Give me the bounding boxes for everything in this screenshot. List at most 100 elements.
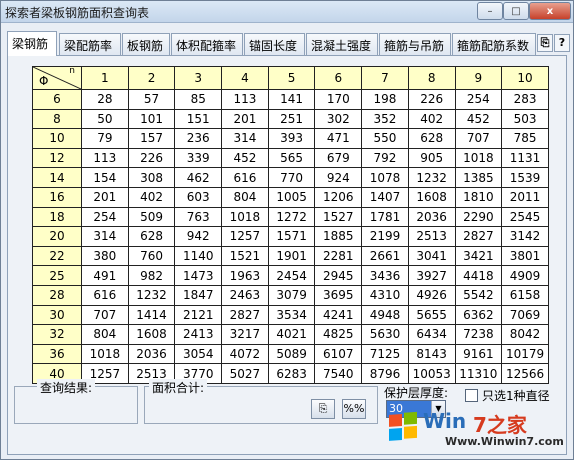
area-cell[interactable]: 792	[361, 147, 409, 169]
area-cell[interactable]: 393	[267, 128, 316, 149]
area-cell[interactable]: 942	[174, 226, 223, 247]
percent-button[interactable]: %%	[342, 399, 366, 419]
area-cell[interactable]: 8042	[501, 324, 549, 345]
area-cell[interactable]: 113	[221, 89, 269, 110]
area-cell[interactable]: 707	[454, 128, 503, 149]
area-cell[interactable]: 4241	[314, 304, 363, 326]
area-cell[interactable]: 1005	[267, 186, 316, 208]
area-cell[interactable]: 314	[81, 226, 129, 247]
close-button[interactable]: x	[529, 2, 571, 20]
area-cell[interactable]: 198	[361, 89, 409, 110]
area-cell[interactable]: 1781	[361, 206, 409, 228]
maximize-button[interactable]: □	[503, 2, 529, 20]
minimize-button[interactable]: –	[477, 2, 503, 20]
help-icon[interactable]: ?	[554, 34, 570, 52]
area-cell[interactable]: 5630	[361, 324, 409, 345]
area-cell[interactable]: 1018	[81, 343, 129, 365]
area-cell[interactable]: 50	[81, 108, 129, 130]
area-cell[interactable]: 283	[501, 89, 549, 110]
area-cell[interactable]: 905	[407, 147, 456, 169]
area-cell[interactable]: 2827	[221, 304, 269, 326]
area-cell[interactable]: 4825	[314, 324, 363, 345]
area-cell[interactable]: 1257	[221, 226, 269, 247]
area-cell[interactable]: 12566	[501, 363, 549, 384]
area-cell[interactable]: 1018	[221, 206, 269, 228]
area-cell[interactable]: 1414	[127, 304, 176, 326]
area-cell[interactable]: 1131	[501, 147, 549, 169]
copy-icon[interactable]: ⎘	[537, 34, 553, 52]
area-cell[interactable]: 2545	[501, 206, 549, 228]
area-cell[interactable]: 9161	[454, 343, 503, 365]
area-cell[interactable]: 5542	[454, 284, 503, 306]
area-cell[interactable]: 452	[454, 108, 503, 130]
area-cell[interactable]: 1608	[407, 186, 456, 208]
area-cell[interactable]: 760	[127, 245, 176, 267]
area-cell[interactable]: 1608	[127, 324, 176, 345]
area-cell[interactable]: 7540	[314, 363, 363, 384]
area-cell[interactable]: 1527	[314, 206, 363, 228]
area-cell[interactable]: 509	[127, 206, 176, 228]
area-cell[interactable]: 5089	[267, 343, 316, 365]
area-cell[interactable]: 402	[407, 108, 456, 130]
tab-stirrup-hanger[interactable]: 箍筋与吊筋	[379, 33, 451, 55]
area-cell[interactable]: 770	[267, 167, 316, 188]
area-cell[interactable]: 3079	[267, 284, 316, 306]
area-cell[interactable]: 3927	[407, 265, 456, 286]
area-cell[interactable]: 1571	[267, 226, 316, 247]
area-cell[interactable]: 1407	[361, 186, 409, 208]
area-cell[interactable]: 7069	[501, 304, 549, 326]
copy-result-button[interactable]: ⎘	[311, 399, 335, 419]
tab-volume-stirrup-ratio[interactable]: 体积配箍率	[171, 33, 243, 55]
area-cell[interactable]: 1521	[221, 245, 269, 267]
area-cell[interactable]: 4909	[501, 265, 549, 286]
area-cell[interactable]: 707	[81, 304, 129, 326]
area-cell[interactable]: 2036	[407, 206, 456, 228]
area-cell[interactable]: 151	[174, 108, 223, 130]
area-cell[interactable]: 1901	[267, 245, 316, 267]
area-cell[interactable]: 226	[127, 147, 176, 169]
area-cell[interactable]: 302	[314, 108, 363, 130]
area-cell[interactable]: 3436	[361, 265, 409, 286]
area-cell[interactable]: 4926	[407, 284, 456, 306]
area-cell[interactable]: 380	[81, 245, 129, 267]
area-cell[interactable]: 170	[314, 89, 363, 110]
area-cell[interactable]: 7238	[454, 324, 503, 345]
area-cell[interactable]: 6107	[314, 343, 363, 365]
area-cell[interactable]: 1885	[314, 226, 363, 247]
area-cell[interactable]: 3421	[454, 245, 503, 267]
area-cell[interactable]: 491	[81, 265, 129, 286]
area-cell[interactable]: 628	[127, 226, 176, 247]
area-cell[interactable]: 11310	[454, 363, 503, 384]
area-cell[interactable]: 141	[267, 89, 316, 110]
area-cell[interactable]: 804	[81, 324, 129, 345]
area-cell[interactable]: 1473	[174, 265, 223, 286]
area-cell[interactable]: 1539	[501, 167, 549, 188]
area-cell[interactable]: 550	[361, 128, 409, 149]
area-cell[interactable]: 113	[81, 147, 129, 169]
area-cell[interactable]: 4021	[267, 324, 316, 345]
area-cell[interactable]: 503	[501, 108, 549, 130]
area-cell[interactable]: 1232	[127, 284, 176, 306]
area-cell[interactable]: 2121	[174, 304, 223, 326]
area-cell[interactable]: 308	[127, 167, 176, 188]
area-cell[interactable]: 85	[174, 89, 223, 110]
area-cell[interactable]: 1385	[454, 167, 503, 188]
area-cell[interactable]: 352	[361, 108, 409, 130]
area-cell[interactable]: 5655	[407, 304, 456, 326]
area-cell[interactable]: 3054	[174, 343, 223, 365]
area-cell[interactable]: 982	[127, 265, 176, 286]
area-cell[interactable]: 6362	[454, 304, 503, 326]
area-cell[interactable]: 339	[174, 147, 223, 169]
area-cell[interactable]: 763	[174, 206, 223, 228]
area-cell[interactable]: 251	[267, 108, 316, 130]
tab-anchorage-length[interactable]: 锚固长度	[244, 33, 305, 55]
area-cell[interactable]: 2199	[361, 226, 409, 247]
area-cell[interactable]: 57	[127, 89, 176, 110]
area-cell[interactable]: 254	[81, 206, 129, 228]
area-cell[interactable]: 1963	[221, 265, 269, 286]
area-cell[interactable]: 2413	[174, 324, 223, 345]
area-cell[interactable]: 6434	[407, 324, 456, 345]
area-cell[interactable]: 4418	[454, 265, 503, 286]
area-cell[interactable]: 616	[221, 167, 269, 188]
tab-concrete-strength[interactable]: 混凝土强度	[306, 33, 378, 55]
